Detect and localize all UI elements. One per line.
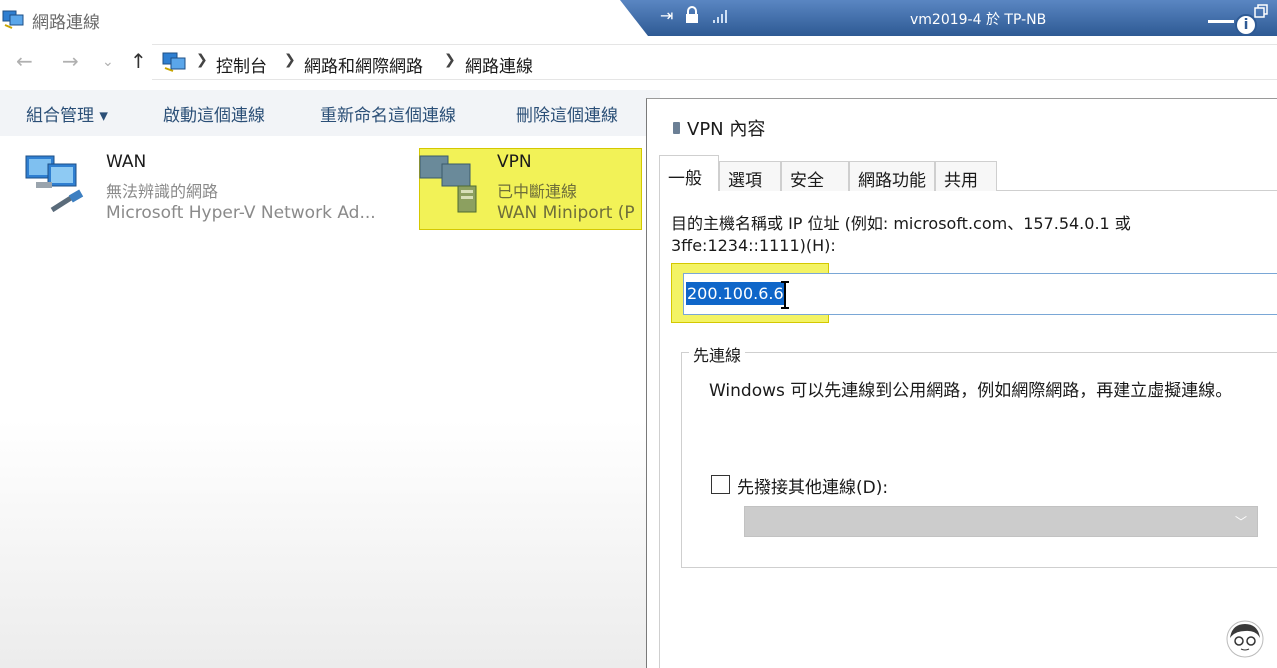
delete-connection-button[interactable]: 刪除這個連線 [516,101,618,126]
lock-icon [686,6,698,23]
dialog-title: VPN 內容 [687,119,766,140]
tab-sharing[interactable]: 共用 [935,161,997,191]
breadcrumb-separator-icon: ❯ [284,52,296,68]
tab-networking[interactable]: 網路功能 [849,161,935,191]
command-bar: 組合管理 ▾ 啟動這個連線 重新命名這個連線 刪除這個連線 [0,90,660,136]
network-connections-icon [2,10,24,29]
back-arrow-icon[interactable]: ← [16,51,33,71]
tab-strip: 一般 選項 安全性 網路功能 共用 [659,155,1277,216]
minimize-line-icon[interactable] [1208,20,1234,23]
tab-general[interactable]: 一般 [659,155,719,192]
signal-strength-icon [713,10,727,23]
text-cursor-icon [781,281,789,309]
breadcrumb-separator-icon: ❯ [196,52,208,68]
dial-other-connection-checkbox[interactable] [711,475,730,494]
connection-item-vpn[interactable]: VPN 已中斷連線 WAN Miniport (P [412,148,644,230]
dialog-title-icon [673,122,680,134]
up-arrow-icon[interactable]: ↑ [130,51,147,71]
connection-status: 無法辨識的網路 [106,182,219,201]
vpn-connection-icon [419,155,477,213]
connection-select[interactable]: ﹀ [744,506,1258,537]
connection-item-wan[interactable]: WAN 無法辨識的網路 Microsoft Hyper-V Network Ad… [20,148,400,230]
network-adapter-icon [25,155,84,213]
breadcrumb-control-panel[interactable]: 控制台 [216,52,267,77]
group-title: 先連線 [689,342,746,366]
group-description: Windows 可以先連線到公用網路，例如網際網路，再建立虛擬連線。 [709,381,1233,401]
connection-name: VPN [497,152,532,172]
forward-arrow-icon[interactable]: → [62,51,79,71]
window-title: 網路連線 [32,13,100,33]
connection-name: WAN [106,152,147,172]
pin-icon[interactable]: ⇥ [660,6,673,25]
address-bar: ← → ⌄ ↑ ❯ 控制台 ❯ 網路和網際網路 ❯ 網路連線 [0,42,1277,82]
avatar [1226,620,1264,658]
tab-security[interactable]: 安全性 [781,161,849,216]
tab-options[interactable]: 選項 [719,161,781,191]
organize-button[interactable]: 組合管理 ▾ [26,101,108,126]
breadcrumb-network-connections[interactable]: 網路連線 [465,52,533,77]
host-address-value[interactable]: 200.100.6.6 [686,282,785,305]
window-title-bar: 網路連線 [0,0,640,38]
vpn-properties-dialog: VPN 內容 一般 選項 安全性 網路功能 共用 目的主機名稱或 IP 位址 (… [646,98,1277,668]
connection-device: Microsoft Hyper-V Network Ad... [106,203,376,223]
control-panel-icon [162,52,186,72]
host-address-label: 目的主機名稱或 IP 位址 (例如: microsoft.com、157.54.… [671,214,1131,255]
background-gradient [0,420,646,668]
rename-connection-button[interactable]: 重新命名這個連線 [320,101,456,126]
start-connection-button[interactable]: 啟動這個連線 [163,101,265,126]
restore-window-icon[interactable] [1254,4,1268,18]
remote-session-title: vm2019-4 於 TP-NB [910,12,1047,28]
breadcrumb-network-internet[interactable]: 網路和網際網路 [304,52,423,77]
chevron-down-icon: ﹀ [1235,515,1248,529]
checkbox-label[interactable]: 先撥接其他連線(D): [737,473,888,498]
connection-status: 已中斷連線 [497,182,578,201]
recent-locations-icon[interactable]: ⌄ [102,52,114,72]
connection-device: WAN Miniport (P [497,203,635,223]
remote-desktop-bar: ⇥ vm2019-4 於 TP-NB [620,0,1277,36]
info-icon[interactable]: i [1235,14,1257,36]
breadcrumb-separator-icon: ❯ [444,52,456,68]
